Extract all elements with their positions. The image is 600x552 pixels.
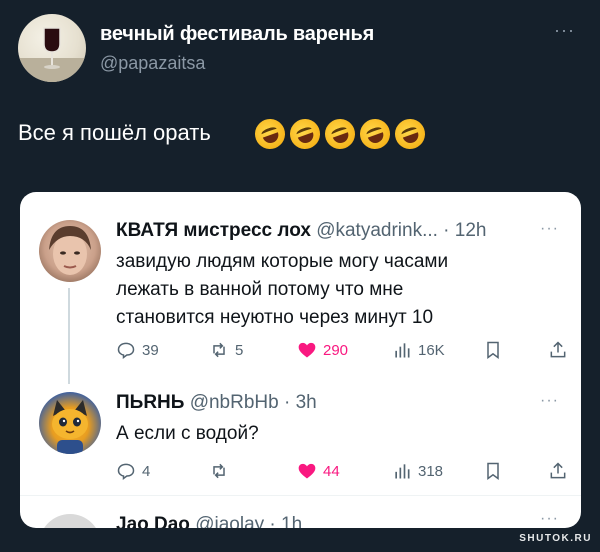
- views-count: 318: [418, 462, 444, 480]
- heart-icon: [298, 463, 316, 479]
- like-button[interactable]: 44: [297, 461, 340, 481]
- views-icon: [395, 343, 410, 358]
- tweet-avatar[interactable]: [39, 392, 101, 454]
- bookmark-button[interactable]: [483, 461, 503, 481]
- share-button[interactable]: [548, 340, 568, 360]
- reply-count: 4: [142, 462, 151, 480]
- reply-button[interactable]: 39: [116, 340, 159, 360]
- tweet-text: А если с водой?: [116, 420, 259, 448]
- bookmark-icon: [487, 462, 499, 480]
- tweet-author-name[interactable]: Jao Dao: [116, 514, 190, 528]
- tweet-divider: [20, 495, 581, 496]
- embedded-screenshot[interactable]: КВАТЯ мистресс лох @katyadrink... · 12h …: [20, 192, 581, 528]
- bookmark-icon: [487, 341, 499, 359]
- tweet-avatar[interactable]: [39, 514, 101, 528]
- thread-line: [68, 288, 70, 384]
- post-text: Все я пошёл орать: [18, 120, 211, 145]
- tweet-meta[interactable]: @jaolay · 1h: [195, 514, 302, 528]
- tweet-text: завидую людям которые могу часами лежать…: [116, 248, 448, 332]
- author-handle[interactable]: @papazaitsa: [100, 53, 205, 74]
- views-button[interactable]: 16K: [392, 340, 445, 360]
- author-avatar[interactable]: [18, 14, 86, 82]
- tweet-meta[interactable]: @nbRbHb · 3h: [190, 392, 317, 413]
- retweet-button[interactable]: [209, 461, 235, 481]
- more-options-icon[interactable]: ···: [554, 20, 575, 41]
- share-icon: [550, 341, 566, 358]
- tweet-more-icon[interactable]: ···: [540, 510, 559, 528]
- rolling-on-floor-laughing-emoji: [320, 114, 360, 154]
- bookmark-button[interactable]: [483, 340, 503, 360]
- reply-icon: [117, 342, 135, 359]
- tweet-author-name[interactable]: КВАТЯ мистресс лох: [116, 220, 311, 241]
- retweet-button[interactable]: 5: [209, 340, 243, 360]
- watermark: SHUTOK.RU: [519, 533, 592, 544]
- tweet-more-icon[interactable]: ···: [540, 392, 559, 410]
- like-button[interactable]: 290: [297, 340, 348, 360]
- rolling-on-floor-laughing-emoji: [355, 114, 395, 154]
- tweet-text-line: становится неуютно через минут 10: [116, 307, 434, 328]
- like-count: 44: [323, 462, 340, 480]
- tweet-author-name[interactable]: ПЬRНЬ: [116, 392, 184, 413]
- retweet-count: 5: [235, 341, 244, 359]
- tweet-text-line: завидую людям которые могу часами: [116, 251, 449, 272]
- rolling-on-floor-laughing-emoji: [250, 114, 290, 154]
- tweet-avatar[interactable]: [39, 220, 101, 282]
- tweet-header: КВАТЯ мистресс лох @katyadrink... · 12h: [116, 220, 487, 242]
- rolling-on-floor-laughing-emoji: [390, 114, 430, 154]
- tweet-text-line: А если с водой?: [116, 423, 259, 444]
- rolling-on-floor-laughing-emoji: [285, 114, 325, 154]
- tweet-header: Jao Dao @jaolay · 1h: [116, 514, 302, 528]
- views-button[interactable]: 318: [392, 461, 443, 481]
- reply-icon: [117, 463, 135, 480]
- reply-button[interactable]: 4: [116, 461, 150, 481]
- like-count: 290: [323, 341, 349, 359]
- emoji-row: [250, 114, 430, 154]
- tweet-header: ПЬRНЬ @nbRbHb · 3h: [116, 392, 317, 414]
- retweet-icon: [213, 342, 225, 358]
- retweet-icon: [213, 463, 225, 479]
- reply-count: 39: [142, 341, 159, 359]
- tweet-more-icon[interactable]: ···: [540, 220, 559, 238]
- tweet-meta[interactable]: @katyadrink... · 12h: [316, 220, 486, 241]
- share-button[interactable]: [548, 461, 568, 481]
- heart-icon: [298, 342, 316, 358]
- author-name[interactable]: вечный фестиваль варенья: [100, 23, 374, 46]
- views-icon: [395, 464, 410, 479]
- views-count: 16K: [418, 341, 445, 359]
- share-icon: [550, 462, 566, 479]
- tweet-text-line: лежать в ванной потому что мне: [116, 279, 404, 300]
